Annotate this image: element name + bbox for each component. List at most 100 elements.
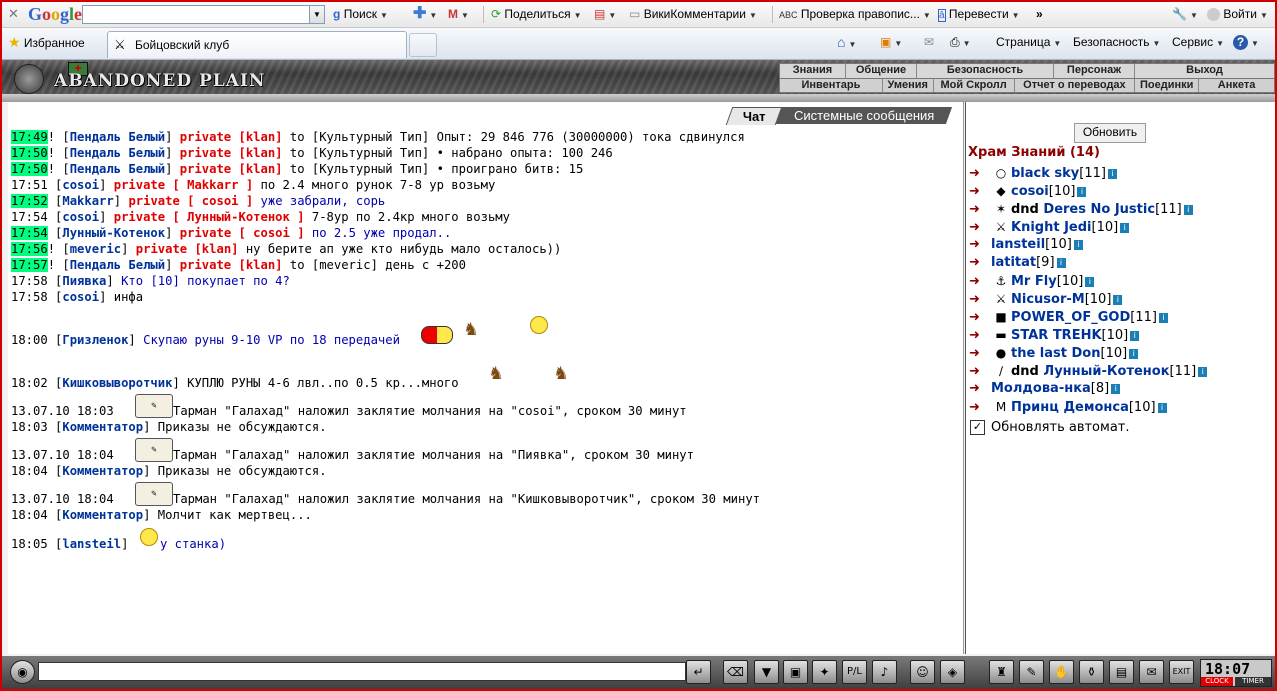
message-time[interactable]: 17:52 xyxy=(11,194,48,208)
close-toolbar-icon[interactable]: ✕ xyxy=(8,2,19,27)
info-icon[interactable]: i xyxy=(1111,383,1121,394)
message-time[interactable]: 18:02 xyxy=(11,376,48,390)
menu-profile[interactable]: Анкета xyxy=(1198,79,1274,92)
clan-icon[interactable]: ▬ xyxy=(991,326,1011,344)
tab-chat[interactable]: Чат xyxy=(725,107,783,125)
menu-battles[interactable]: Поединки xyxy=(1134,79,1198,92)
message-author[interactable]: lansteil xyxy=(62,537,121,551)
user-name[interactable]: POWER_OF_GOD xyxy=(1011,310,1130,325)
chat-panel[interactable]: Чат Системные сообщения 17:49! [Пендаль … xyxy=(8,102,964,654)
home-icon[interactable]: ⌂ ▼ xyxy=(837,28,856,58)
private-message-icon[interactable]: ➜ xyxy=(969,236,991,254)
info-icon[interactable]: i xyxy=(1073,239,1083,250)
message-time[interactable]: 17:58 xyxy=(11,274,48,288)
user-name[interactable]: Deres No Justic xyxy=(1043,202,1155,217)
help-icon[interactable]: ? ▼ xyxy=(1233,28,1259,58)
menu-communication[interactable]: Общение xyxy=(845,64,916,78)
message-author[interactable]: Пиявка xyxy=(62,274,106,288)
search-button[interactable]: g Поиск ▼ xyxy=(333,2,388,27)
auto-refresh-checkbox[interactable]: ✓ xyxy=(970,420,985,435)
user-name[interactable]: the last Don xyxy=(1011,346,1101,361)
message-time[interactable]: 17:57 xyxy=(11,258,48,272)
menu-inventory[interactable]: Инвентарь xyxy=(780,79,882,92)
private-message-icon[interactable]: ➜ xyxy=(969,165,991,183)
message-author[interactable]: Пендаль Белый xyxy=(70,130,165,144)
user-name[interactable]: lansteil xyxy=(991,237,1045,252)
user-name[interactable]: Лунный-Котенок xyxy=(1043,364,1169,379)
wiki-comments-button[interactable]: ▭ ВикиКомментарии ▼ xyxy=(629,2,757,27)
private-message-icon[interactable]: ➜ xyxy=(969,183,991,201)
info-icon[interactable]: i xyxy=(1077,186,1087,197)
sound-icon[interactable]: ♪ xyxy=(872,660,897,684)
timer-label[interactable]: TIMER xyxy=(1235,677,1271,686)
private-message-icon[interactable]: ➜ xyxy=(969,201,991,219)
auto-refresh-option[interactable]: ✓ Обновлять автомат. xyxy=(970,420,1130,435)
clan-icon[interactable]: ⚔ xyxy=(991,218,1011,236)
service-menu[interactable]: Сервис ▼ xyxy=(1172,28,1224,58)
menu-my-scroll[interactable]: Мой Скролл xyxy=(932,79,1014,92)
chat-input[interactable] xyxy=(38,662,686,681)
private-tag[interactable]: private [klan] xyxy=(180,258,283,272)
message-time[interactable]: 18:04 xyxy=(11,508,48,522)
new-tab-button[interactable] xyxy=(409,33,437,57)
info-icon[interactable]: i xyxy=(1113,294,1123,305)
menu-character[interactable]: Персонаж xyxy=(1053,64,1134,78)
private-tag[interactable]: private [klan] xyxy=(180,130,283,144)
user-name[interactable]: Молдова-нка xyxy=(991,381,1091,396)
message-time[interactable]: 17:50 xyxy=(11,146,48,160)
page-menu[interactable]: Страница ▼ xyxy=(996,28,1061,58)
message-author[interactable]: Комментатор xyxy=(62,464,143,478)
info-icon[interactable]: i xyxy=(1157,402,1167,413)
message-author[interactable]: cosoi xyxy=(62,178,99,192)
private-tag[interactable]: private [klan] xyxy=(180,146,283,160)
info-icon[interactable]: i xyxy=(1158,312,1168,323)
info-icon[interactable]: i xyxy=(1107,168,1117,179)
print-icon[interactable]: ⎙ ▼ xyxy=(950,28,971,58)
menu-knowledge[interactable]: Знания xyxy=(780,64,845,78)
lock-icon[interactable]: ▤ xyxy=(1109,660,1134,684)
menu-exit[interactable]: Выход xyxy=(1134,64,1274,78)
private-message-icon[interactable]: ➜ xyxy=(969,219,991,237)
user-name[interactable]: Nicusor-M xyxy=(1011,292,1085,307)
speech-icon[interactable]: ✉ xyxy=(1139,660,1164,684)
google-logo[interactable]: Google xyxy=(28,2,82,27)
clan-icon[interactable]: ◆ xyxy=(991,182,1011,200)
user-name[interactable]: Knight Jedi xyxy=(1011,220,1092,235)
translit-icon[interactable]: P/L xyxy=(842,660,867,684)
clan-icon[interactable]: M xyxy=(991,398,1011,416)
private-message-icon[interactable]: ➜ xyxy=(969,273,991,291)
message-time[interactable]: 18:05 xyxy=(11,537,48,551)
message-time[interactable]: 17:58 xyxy=(11,290,48,304)
message-author[interactable]: cosoi xyxy=(62,210,99,224)
message-time[interactable]: 17:50 xyxy=(11,162,48,176)
private-tag[interactable]: private [ cosoi ] xyxy=(128,194,253,208)
clan-icon[interactable]: ● xyxy=(991,344,1011,362)
info-icon[interactable]: i xyxy=(1183,204,1193,215)
save-icon[interactable]: ▣ xyxy=(783,660,808,684)
message-time[interactable]: 17:54 xyxy=(11,210,48,224)
message-time[interactable]: 17:56 xyxy=(11,242,48,256)
message-author[interactable]: Пендаль Белый xyxy=(70,258,165,272)
tab-system-messages[interactable]: Системные сообщения xyxy=(775,107,953,124)
gmail-icon[interactable]: M ▼ xyxy=(448,2,469,27)
filter-icon[interactable]: ▼ xyxy=(754,660,779,684)
private-tag[interactable]: private [ cosoi ] xyxy=(180,226,305,240)
menu-skills[interactable]: Умения xyxy=(881,79,933,92)
message-author[interactable]: Пендаль Белый xyxy=(70,162,165,176)
private-tag[interactable]: private [ Лунный-Котенок ] xyxy=(114,210,305,224)
private-message-icon[interactable]: ➜ xyxy=(969,291,991,309)
user-name[interactable]: latitat xyxy=(991,255,1036,270)
scroll-icon[interactable]: ✎ xyxy=(1019,660,1044,684)
browser-tab[interactable]: ⚔ Бойцовский клуб xyxy=(107,31,407,58)
menu-security[interactable]: Безопасность xyxy=(916,64,1053,78)
message-author[interactable]: Makkarr xyxy=(62,194,113,208)
hand-icon[interactable]: ✋ xyxy=(1049,660,1074,684)
clan-icon[interactable]: ○ xyxy=(991,164,1011,182)
private-message-icon[interactable]: ➜ xyxy=(969,380,991,398)
private-message-icon[interactable]: ➜ xyxy=(969,345,991,363)
spellcheck-button[interactable]: ABC Проверка правопис... ▼ xyxy=(779,2,931,27)
autofill-icon[interactable]: ▤ ▼ xyxy=(594,2,616,27)
user-name[interactable]: STAR TREHK xyxy=(1011,328,1102,343)
message-author[interactable]: Гризленок xyxy=(62,333,128,347)
user-name[interactable]: black sky xyxy=(1011,166,1079,181)
